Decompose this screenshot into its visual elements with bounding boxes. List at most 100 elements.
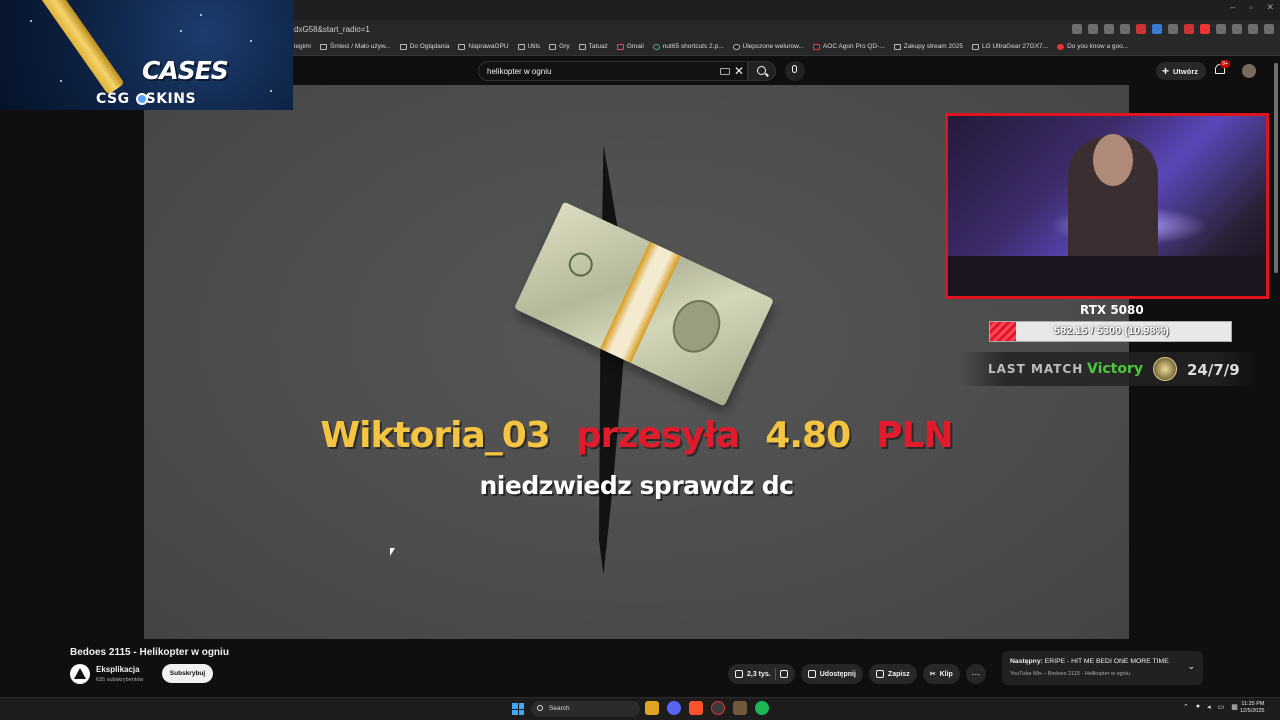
- channel-avatar[interactable]: [70, 664, 90, 684]
- like-dislike-group: 2,3 tys.: [728, 664, 795, 684]
- url-text[interactable]: dxG58&start_radio=1: [294, 25, 370, 34]
- spotify-icon[interactable]: [755, 701, 769, 715]
- gmail-icon: [616, 43, 624, 50]
- taskbar-apps: [645, 701, 769, 715]
- extension-icon-1[interactable]: [1136, 24, 1146, 34]
- bookmark-item[interactable]: Śmieci / Mało używ...: [319, 43, 391, 50]
- more-actions-button[interactable]: ⋯: [965, 664, 986, 684]
- browser-icon[interactable]: [711, 701, 725, 715]
- extension-icons: [1072, 24, 1274, 34]
- save-label: Zapisz: [887, 670, 910, 678]
- lg-icon: [971, 43, 979, 50]
- bookmark-item[interactable]: LG UltraGear 27GX7...: [971, 43, 1049, 50]
- donation-alert: Wiktoria_03 przesyła 4.80 PLN: [144, 415, 1129, 456]
- side-panel-icon[interactable]: [1248, 24, 1258, 34]
- restore-icon[interactable]: ▫: [1249, 2, 1252, 13]
- bookmark-item[interactable]: Gmail: [616, 43, 644, 50]
- page-scrollbar[interactable]: [1273, 58, 1279, 698]
- subscribe-button[interactable]: Subskrybuj: [162, 664, 213, 683]
- bookmark-label: Śmieci / Mało używ...: [329, 43, 391, 50]
- bookmark-item[interactable]: NaprawaGPU: [458, 43, 509, 50]
- channel-name[interactable]: Eksplikacja: [96, 665, 140, 674]
- share-icon[interactable]: [1104, 24, 1114, 34]
- extension-icon-6[interactable]: [1216, 24, 1226, 34]
- microphone-icon: [792, 65, 797, 73]
- bookmark-item[interactable]: nut65 shortcuts 2.p...: [652, 43, 724, 50]
- keyboard-icon[interactable]: [720, 68, 730, 75]
- extension-icon-2[interactable]: [1152, 24, 1162, 34]
- up-next-prefix: Następny:: [1010, 658, 1043, 665]
- extension-icon-5[interactable]: [1200, 24, 1210, 34]
- bookmark-item[interactable]: Ulepszone welurow...: [732, 43, 804, 50]
- video-actions: 2,3 tys. Udostępnij Zapisz ✂ Klip ⋯: [728, 664, 986, 684]
- subscriber-count: 635 subskrybentów: [96, 677, 144, 683]
- promo-brand-right: SKINS: [145, 91, 197, 107]
- search-icon: [757, 66, 766, 75]
- clip-button[interactable]: ✂ Klip: [922, 664, 960, 684]
- bookmark-label: LG UltraGear 27GX7...: [981, 43, 1049, 50]
- window-controls: – ▫ ✕: [1230, 2, 1274, 13]
- channel-logo-icon: [74, 668, 86, 679]
- network-icon[interactable]: ▭: [1218, 703, 1225, 711]
- app-icon[interactable]: [733, 701, 747, 715]
- like-count[interactable]: 2,3 tys.: [747, 671, 771, 678]
- scroll-thumb[interactable]: [1274, 63, 1278, 273]
- account-avatar[interactable]: [1242, 64, 1256, 78]
- star-icon[interactable]: [1120, 24, 1130, 34]
- alert-verb: przesyła: [575, 415, 740, 456]
- share-button[interactable]: Udostępnij: [800, 664, 863, 684]
- bookmark-icon: [875, 670, 884, 678]
- bookmark-item[interactable]: Gry: [549, 43, 570, 50]
- extension-icon-3[interactable]: [1168, 24, 1178, 34]
- plus-icon: +: [1162, 64, 1170, 78]
- menu-icon[interactable]: [1264, 24, 1274, 34]
- clear-search-icon[interactable]: ✕: [734, 64, 744, 78]
- taskbar-clock[interactable]: 11:25 PM 12/5/2025: [1240, 701, 1264, 715]
- windows-start-icon[interactable]: [512, 703, 524, 715]
- bookmark-item[interactable]: Do you know a goo...: [1057, 43, 1128, 50]
- donation-message: niedzwiedz sprawdz dc: [479, 471, 794, 500]
- create-label: Utwórz: [1173, 66, 1199, 76]
- extension-icon-4[interactable]: [1184, 24, 1194, 34]
- bookmark-item[interactable]: Do Oglądania: [399, 43, 449, 50]
- puzzle-icon[interactable]: [1232, 24, 1242, 34]
- settings-tray-icon[interactable]: ▦: [1231, 703, 1238, 711]
- donation-amount: 4.80: [765, 415, 851, 456]
- search-query[interactable]: helikopter w ogniu: [487, 67, 551, 76]
- bookmark-item[interactable]: legimi: [294, 43, 311, 50]
- bookmark-item[interactable]: Tatuaż: [578, 43, 608, 50]
- brave-icon[interactable]: [689, 701, 703, 715]
- translate-icon[interactable]: [1088, 24, 1098, 34]
- file-explorer-icon[interactable]: [645, 701, 659, 715]
- dislike-icon[interactable]: [779, 670, 788, 678]
- minimize-icon[interactable]: –: [1230, 2, 1235, 13]
- taskbar-search[interactable]: Search: [531, 701, 640, 717]
- cast-icon[interactable]: [1072, 24, 1082, 34]
- voice-search-button[interactable]: [785, 61, 805, 81]
- bookmark-item[interactable]: Zakupy stream 2025: [893, 43, 963, 50]
- knife-image: [39, 0, 125, 95]
- promo-word: CASES: [142, 56, 229, 85]
- bookmark-item[interactable]: Utils: [517, 43, 540, 50]
- close-window-icon[interactable]: ✕: [1266, 2, 1274, 13]
- star-decoration: [270, 90, 272, 92]
- tray-overflow-icon[interactable]: ⌃: [1183, 703, 1189, 711]
- bookmark-item[interactable]: AOC Agon Pro QD-...: [812, 43, 885, 50]
- microphone-tray-icon[interactable]: ●: [1196, 703, 1200, 711]
- like-icon[interactable]: [735, 670, 743, 678]
- money-band: [600, 241, 681, 363]
- search-button[interactable]: [748, 61, 776, 81]
- create-button[interactable]: + Utwórz: [1156, 62, 1207, 80]
- chevron-down-icon[interactable]: ⌄: [1187, 661, 1195, 672]
- volume-icon[interactable]: ◂: [1207, 703, 1211, 711]
- webcam-desk: [948, 256, 1266, 296]
- star-decoration: [180, 30, 182, 32]
- search-input[interactable]: helikopter w ogniu ✕: [478, 61, 748, 81]
- streamer-head: [1093, 134, 1133, 186]
- discord-icon[interactable]: [667, 701, 681, 715]
- folder-icon: [549, 43, 557, 50]
- save-button[interactable]: Zapisz: [868, 664, 917, 684]
- bookmark-label: Gmail: [626, 43, 644, 50]
- up-next-card[interactable]: Następny: ERIPE - HIT ME BEDI ONE MORE T…: [1002, 651, 1203, 685]
- search-icon: [537, 705, 543, 711]
